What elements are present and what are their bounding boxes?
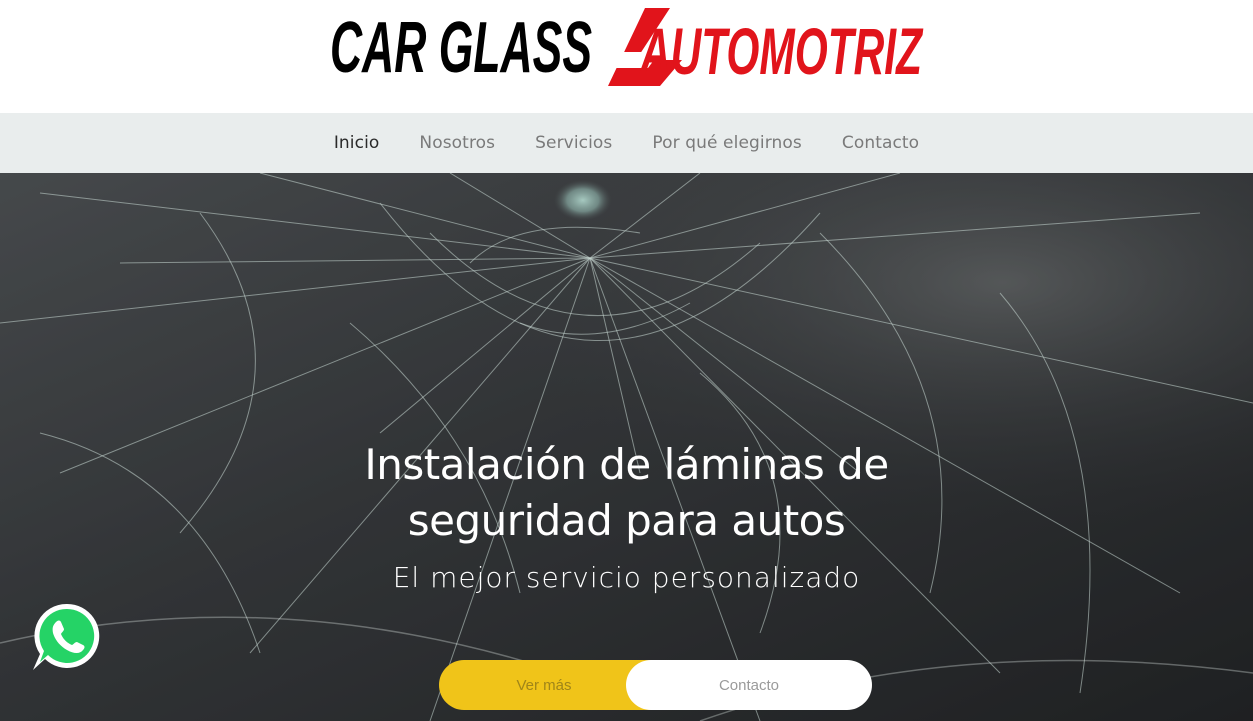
contacto-button[interactable]: Contacto bbox=[626, 660, 872, 710]
nav-item-por-que-elegirnos[interactable]: Por qué elegirnos bbox=[652, 133, 801, 153]
logo-part1: CAR GLASS bbox=[330, 8, 592, 88]
logo-graphic: CAR GLASS AUTOMOTRIZ bbox=[330, 8, 924, 88]
nav-item-inicio[interactable]: Inicio bbox=[334, 133, 380, 153]
main-nav: Inicio Nosotros Servicios Por qué elegir… bbox=[0, 113, 1253, 173]
nav-item-servicios[interactable]: Servicios bbox=[535, 133, 612, 153]
whatsapp-icon bbox=[33, 603, 100, 670]
hero-title-line1: Instalación de láminas de bbox=[364, 440, 889, 489]
hero-buttons: Ver más Contacto bbox=[439, 660, 872, 710]
site-logo[interactable]: CAR GLASS AUTOMOTRIZ bbox=[330, 0, 930, 95]
hero-title: Instalación de láminas de seguridad para… bbox=[0, 437, 1253, 549]
hero-subtitle: El mejor servicio personalizado bbox=[392, 561, 861, 594]
nav-item-nosotros[interactable]: Nosotros bbox=[419, 133, 495, 153]
site-header: CAR GLASS AUTOMOTRIZ bbox=[0, 0, 1253, 113]
whatsapp-button[interactable] bbox=[31, 600, 103, 672]
hero-section: Instalación de láminas de seguridad para… bbox=[0, 173, 1253, 721]
nav-item-contacto[interactable]: Contacto bbox=[842, 133, 919, 153]
hero-title-line2: seguridad para autos bbox=[407, 496, 846, 545]
logo-part2: AUTOMOTRIZ bbox=[639, 14, 924, 88]
